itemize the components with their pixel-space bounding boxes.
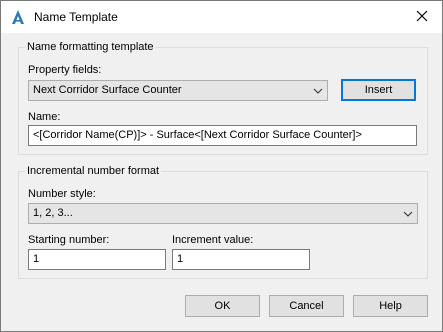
close-button[interactable]	[406, 3, 438, 31]
ok-button[interactable]: OK	[185, 295, 260, 317]
window-title: Name Template	[34, 10, 118, 24]
name-field-value: <[Corridor Name(CP)]> - Surface<[Next Co…	[33, 129, 362, 141]
number-style-value: 1, 2, 3...	[33, 207, 73, 219]
name-formatting-group-title: Name formatting template	[25, 41, 156, 54]
increment-value-value: 1	[177, 253, 184, 265]
help-button[interactable]: Help	[353, 295, 428, 317]
number-style-label: Number style:	[28, 188, 96, 200]
insert-button[interactable]: Insert	[341, 79, 416, 101]
property-fields-label: Property fields:	[28, 64, 102, 76]
starting-number-label: Starting number:	[28, 234, 110, 246]
close-x-icon	[416, 10, 428, 25]
cancel-button[interactable]: Cancel	[269, 295, 344, 317]
property-fields-value: Next Corridor Surface Counter	[33, 84, 182, 96]
chevron-down-icon	[313, 86, 323, 96]
autocad-a-icon	[10, 9, 26, 25]
number-style-dropdown[interactable]: 1, 2, 3...	[28, 203, 418, 224]
incremental-number-group-title: Incremental number format	[25, 165, 162, 178]
name-label: Name:	[28, 111, 61, 123]
name-template-dialog: Name Template Name formatting template P…	[0, 0, 443, 332]
starting-number-value: 1	[33, 253, 40, 265]
property-fields-dropdown[interactable]: Next Corridor Surface Counter	[28, 80, 328, 101]
increment-value-field[interactable]: 1	[172, 249, 310, 270]
title-bar[interactable]: Name Template	[1, 1, 442, 33]
name-field[interactable]: <[Corridor Name(CP)]> - Surface<[Next Co…	[28, 125, 417, 146]
starting-number-field[interactable]: 1	[28, 249, 166, 270]
increment-value-label: Increment value:	[172, 234, 254, 246]
chevron-down-icon	[403, 209, 413, 219]
